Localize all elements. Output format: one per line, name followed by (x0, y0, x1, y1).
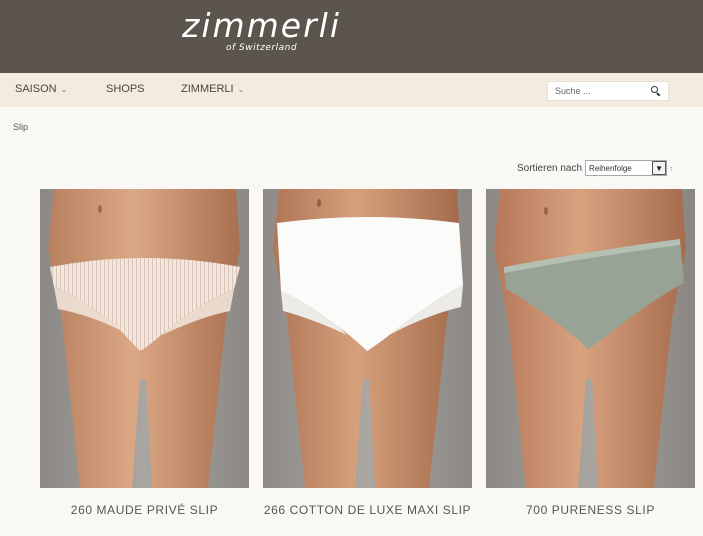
sort-label: Sortieren nach (517, 162, 583, 174)
site-header: zimmerli of Switzerland (0, 0, 703, 73)
chevron-down-icon: ⌄ (60, 84, 68, 94)
sort-control: Sortieren nach Reihenfolge ▼ ↑ (517, 160, 673, 176)
sort-select[interactable]: Reihenfolge ▼ (585, 160, 668, 176)
product-name[interactable]: 260 MAUDE PRIVÉ SLIP (30, 502, 259, 518)
sort-direction-icon[interactable]: ↑ (669, 164, 673, 173)
nav-item-zimmerli[interactable]: ZIMMERLI ⌄ (181, 83, 244, 95)
nav-item-label: SHOPS (106, 83, 145, 95)
search-icon[interactable] (651, 86, 661, 97)
product-image[interactable] (40, 189, 249, 488)
chevron-down-icon: ⌄ (237, 84, 245, 94)
breadcrumb[interactable]: Slip (13, 122, 28, 132)
nav-item-saison[interactable]: SAISON ⌄ (15, 83, 67, 95)
nav-item-shops[interactable]: SHOPS (106, 83, 145, 95)
logo-wordmark: zimmerli (182, 6, 341, 45)
main-navigation: SAISON ⌄ SHOPS ZIMMERLI ⌄ (0, 73, 703, 107)
product-name[interactable]: 266 COTTON DE LUXE MAXI SLIP (253, 502, 482, 518)
logo-tagline: of Switzerland (226, 43, 298, 53)
product-photo (40, 189, 249, 488)
zimmerli-logo[interactable]: zimmerli of Switzerland (182, 6, 342, 58)
product-name[interactable]: 700 PURENESS SLIP (476, 502, 703, 518)
search-box (547, 81, 669, 101)
sort-selected-value: Reihenfolge (589, 163, 632, 173)
product-photo (263, 189, 472, 488)
nav-item-label: ZIMMERLI (181, 83, 234, 95)
nav-item-label: SAISON (15, 83, 57, 95)
product-image[interactable] (486, 189, 695, 488)
product-image[interactable] (263, 189, 472, 488)
search-input[interactable] (555, 86, 645, 96)
chevron-down-icon[interactable]: ▼ (652, 161, 667, 175)
product-photo (486, 189, 695, 488)
